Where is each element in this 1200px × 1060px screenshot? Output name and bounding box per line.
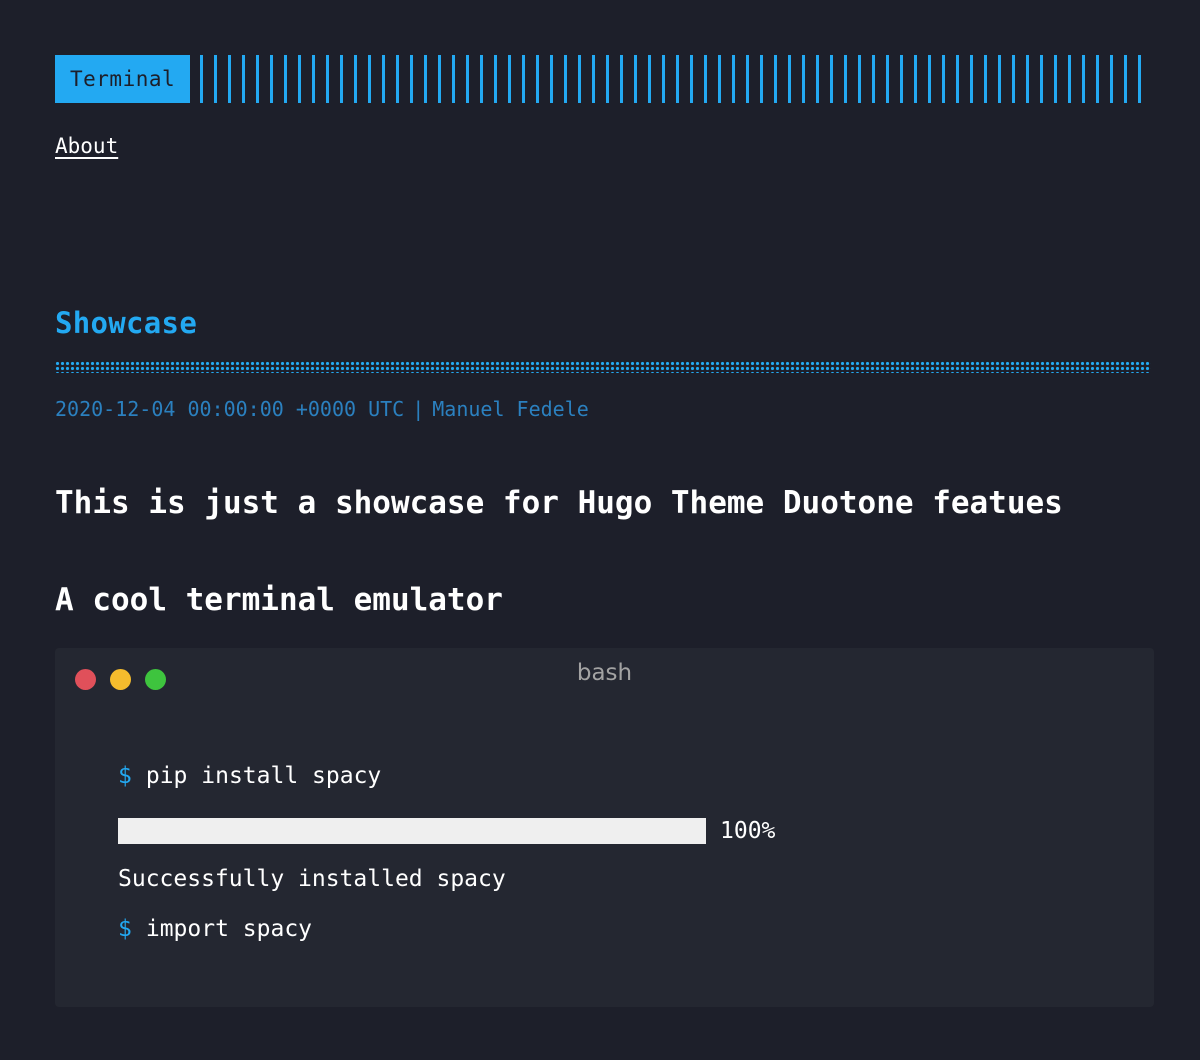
post-date: 2020-12-04 00:00:00 +0000 UTC (55, 397, 405, 421)
prompt-symbol: $ (118, 916, 132, 942)
prompt-symbol: $ (118, 763, 132, 789)
post-heading-2: A cool terminal emulator (55, 582, 503, 618)
nav-link-about[interactable]: About (55, 134, 118, 158)
command-text: import spacy (145, 916, 313, 942)
command-text: pip install spacy (145, 763, 382, 789)
main-nav: About (55, 134, 118, 158)
post-title[interactable]: Showcase (55, 306, 197, 340)
post-author: Manuel Fedele (432, 397, 589, 421)
logo-stripes-decoration (200, 55, 1145, 103)
progress-label: 100% (720, 818, 776, 844)
progress-fill (118, 818, 706, 844)
terminal-window: bash $ pip install spacy 100% Successfull… (55, 648, 1154, 1007)
progress-row: 100% (118, 818, 775, 844)
terminal-title: bash (576, 660, 633, 686)
post-heading-1: This is just a showcase for Hugo Theme D… (55, 485, 1063, 521)
terminal-command-line: $ pip install spacy (118, 763, 381, 789)
site-logo[interactable]: Terminal (55, 55, 191, 103)
title-divider (55, 361, 1151, 373)
terminal-command-line: $ import spacy (118, 916, 312, 942)
post-meta: 2020-12-04 00:00:00 +0000 UTC | Manuel Fed… (55, 397, 589, 421)
progress-bar (118, 818, 706, 844)
terminal-output-line: Successfully installed spacy (118, 866, 506, 892)
meta-separator: | (412, 397, 425, 421)
site-header: Terminal (55, 55, 1145, 103)
